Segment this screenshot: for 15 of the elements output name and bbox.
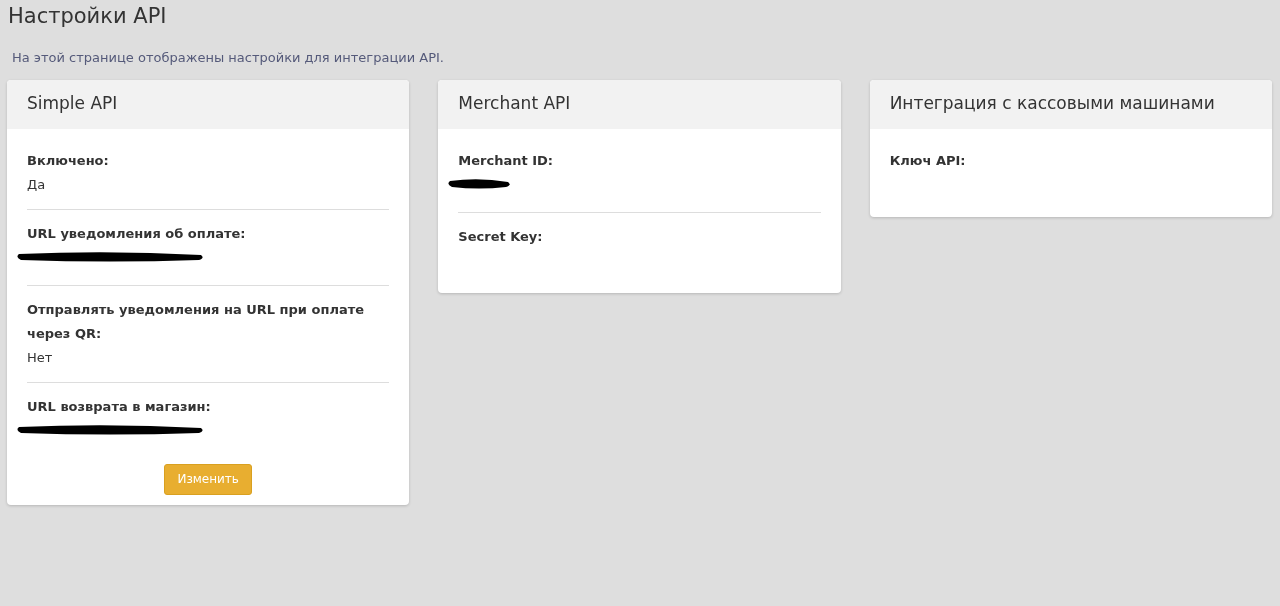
field-label: URL возврата в магазин:	[27, 397, 212, 416]
card-title: Интеграция с кассовыми машинами	[889, 92, 1215, 116]
field-value: Нет	[27, 349, 53, 365]
field-label: Secret Key:	[458, 227, 544, 246]
page-title: Настройки API	[8, 3, 168, 30]
field-value: Да	[27, 176, 46, 192]
edit-button[interactable]: Изменить	[164, 463, 252, 495]
card-title: Simple API	[27, 92, 118, 116]
card-title: Merchant API	[458, 92, 571, 116]
field-label: Ключ API:	[889, 151, 967, 170]
field-label: URL уведомления об оплате:	[27, 224, 247, 243]
field-label: Включено:	[27, 151, 110, 170]
field-label: Merchant ID:	[458, 151, 555, 170]
page-description: На этой странице отображены настройки для интеграции API.	[12, 49, 445, 67]
field-label: Отправлять уведомления на URL при оплате через QR:	[27, 300, 366, 343]
